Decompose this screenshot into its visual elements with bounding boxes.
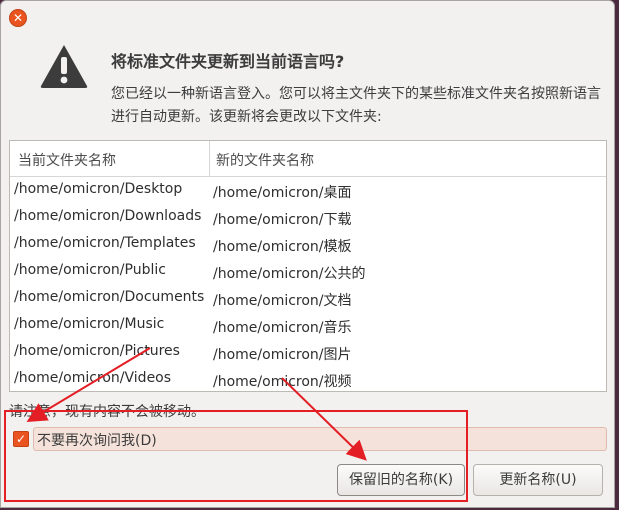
dialog-heading: 将标准文件夹更新到当前语言吗? — [111, 52, 345, 71]
current-folder-cell: /home/omicron/Public — [14, 262, 166, 278]
new-folder-cell: /home/omicron/下载 — [213, 212, 352, 228]
current-folder-cell: /home/omicron/Music — [14, 316, 165, 332]
current-folder-cell: /home/omicron/Pictures — [14, 343, 180, 359]
table-row[interactable]: /home/omicron/Public/home/omicron/公共的 — [10, 258, 606, 285]
table-row[interactable]: /home/omicron/Documents/home/omicron/文档 — [10, 285, 606, 312]
notice-text: 请注意，现有内容不会被移动。 — [9, 404, 205, 420]
checkbox-label-row[interactable]: 不要再次询问我(D) — [33, 427, 607, 451]
folder-table: 当前文件夹名称 新的文件夹名称 /home/omicron/Desktop/ho… — [9, 140, 607, 392]
column-divider — [209, 141, 210, 176]
table-row[interactable]: /home/omicron/Pictures/home/omicron/图片 — [10, 339, 606, 366]
table-row[interactable]: /home/omicron/Videos/home/omicron/视频 — [10, 366, 606, 391]
check-icon: ✓ — [15, 432, 27, 446]
column-header-current[interactable]: 当前文件夹名称 — [18, 150, 116, 170]
new-folder-cell: /home/omicron/音乐 — [213, 320, 352, 336]
new-folder-cell: /home/omicron/文档 — [213, 293, 352, 309]
column-header-new[interactable]: 新的文件夹名称 — [216, 150, 314, 170]
current-folder-cell: /home/omicron/Downloads — [14, 208, 202, 224]
table-row[interactable]: /home/omicron/Templates/home/omicron/模板 — [10, 231, 606, 258]
current-folder-cell: /home/omicron/Documents — [14, 289, 205, 305]
new-folder-cell: /home/omicron/图片 — [213, 347, 352, 363]
dialog-window: ✕ 将标准文件夹更新到当前语言吗? 您已经以一种新语言登入。您可以将主文件夹下的… — [0, 0, 615, 508]
table-row[interactable]: /home/omicron/Downloads/home/omicron/下载 — [10, 204, 606, 231]
table-row[interactable]: /home/omicron/Music/home/omicron/音乐 — [10, 312, 606, 339]
dont-ask-checkbox[interactable]: ✓ — [13, 431, 29, 447]
dialog-description: 您已经以一种新语言登入。您可以将主文件夹下的某些标准文件夹名按照新语言进行自动更… — [111, 86, 601, 125]
close-button[interactable]: ✕ — [9, 9, 27, 27]
new-folder-cell: /home/omicron/模板 — [213, 239, 352, 255]
close-icon: ✕ — [12, 11, 24, 25]
new-folder-cell: /home/omicron/视频 — [213, 374, 352, 390]
current-folder-cell: /home/omicron/Templates — [14, 235, 196, 251]
keep-old-names-button[interactable]: 保留旧的名称(K) — [337, 464, 465, 496]
update-names-button[interactable]: 更新名称(U) — [473, 464, 603, 496]
checkbox-label: 不要再次询问我(D) — [37, 433, 157, 449]
table-row[interactable]: /home/omicron/Desktop/home/omicron/桌面 — [10, 177, 606, 204]
warning-icon — [40, 45, 88, 88]
table-header: 当前文件夹名称 新的文件夹名称 — [10, 141, 606, 177]
current-folder-cell: /home/omicron/Videos — [14, 370, 172, 386]
current-folder-cell: /home/omicron/Desktop — [14, 181, 183, 197]
new-folder-cell: /home/omicron/公共的 — [213, 266, 366, 282]
new-folder-cell: /home/omicron/桌面 — [213, 185, 352, 201]
title-bar: ✕ — [1, 1, 614, 33]
